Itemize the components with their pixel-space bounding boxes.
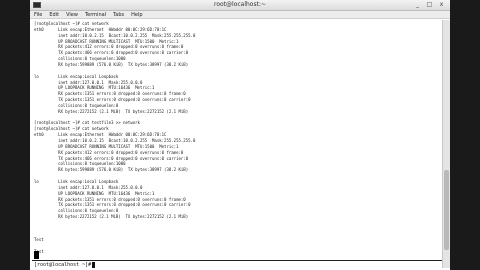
terminal-line: collisions:0 txqueuelen:1000 bbox=[34, 161, 126, 167]
menu-bar: File Edit View Terminal Tabs Help bbox=[30, 11, 450, 19]
text-cursor bbox=[34, 251, 39, 259]
prompt-cursor bbox=[92, 262, 95, 268]
terminal-line: inet addr:10.0.2.15 Bcast:10.0.2.255 Mas… bbox=[34, 32, 196, 38]
terminal-line: collisions:0 txqueuelen:0 bbox=[34, 102, 119, 108]
terminal-line: eth0 Link encap:Ethernet HWaddr 00:0C:29… bbox=[34, 26, 167, 32]
terminal-line: UP LOOPBACK RUNNING MTU:16436 Metric:1 bbox=[34, 190, 155, 196]
terminal-line: [root@localhost ~]# cat network bbox=[34, 126, 109, 132]
terminal-output[interactable]: TestTest RX bytes:2272152 (2.1 MiB) TX b… bbox=[32, 20, 442, 268]
terminal-line: TX packets:466 errors:0 dropped:0 overru… bbox=[34, 155, 189, 161]
maximize-icon[interactable]: □ bbox=[425, 1, 434, 9]
scrollbar-thumb[interactable] bbox=[444, 170, 449, 250]
menu-help[interactable]: Help bbox=[131, 11, 142, 18]
terminal-line: inet addr:127.0.0.1 Mask:255.0.0.0 bbox=[34, 79, 143, 85]
terminal-line: RX packets:1351 errors:0 dropped:0 overr… bbox=[34, 91, 186, 97]
menu-edit[interactable]: Edit bbox=[49, 11, 59, 18]
terminal-line: RX bytes:599889 (576.0 KiB) TX bytes:389… bbox=[34, 61, 189, 67]
terminal-line: UP BROADCAST RUNNING MULTICAST MTU:1500 … bbox=[34, 38, 179, 44]
terminal-line: RX packets:412 errors:0 dropped:0 overru… bbox=[34, 44, 184, 50]
terminal-line: TX packets:466 errors:0 dropped:0 overru… bbox=[34, 50, 189, 56]
terminal-line: Test bbox=[34, 237, 44, 243]
minimize-icon[interactable]: _ bbox=[413, 1, 422, 9]
terminal-line: collisions:0 txqueuelen:1000 bbox=[34, 56, 126, 62]
terminal-window: root@localhost:~ _ □ x File Edit View Te… bbox=[30, 0, 450, 270]
menu-tabs[interactable]: Tabs bbox=[113, 11, 124, 18]
terminal-line: inet addr:127.0.0.1 Mask:255.0.0.0 bbox=[34, 184, 143, 190]
terminal-line: RX bytes:599889 (576.0 KiB) TX bytes:389… bbox=[34, 167, 189, 173]
terminal-line: TX packets:1351 errors:0 dropped:0 overr… bbox=[34, 202, 191, 208]
terminal-line: lo Link encap:Local Loopback bbox=[34, 178, 119, 184]
terminal-line: RX packets:1351 errors:0 dropped:0 overr… bbox=[34, 196, 186, 202]
terminal-line: RX packets:412 errors:0 dropped:0 overru… bbox=[34, 149, 184, 155]
terminal-line: UP BROADCAST RUNNING MULTICAST MTU:1500 … bbox=[34, 143, 179, 149]
terminal-line: RX bytes:2272152 (2.1 MiB) TX bytes:2272… bbox=[34, 108, 189, 114]
terminal-line: collisions:0 txqueuelen:0 bbox=[34, 208, 119, 214]
close-icon[interactable]: x bbox=[437, 1, 446, 9]
menu-view[interactable]: View bbox=[66, 11, 78, 18]
terminal-line: UP LOOPBACK RUNNING MTU:16436 Metric:1 bbox=[34, 85, 155, 91]
window-title: root@localhost:~ bbox=[213, 1, 266, 8]
terminal-line: RX bytes:2272152 (2.1 MiB) TX bytes:2272… bbox=[34, 214, 189, 220]
terminal-line: [root@localhost ~]# cat network bbox=[34, 21, 109, 26]
title-bar[interactable]: root@localhost:~ _ □ x bbox=[30, 0, 450, 11]
terminal-line: TX packets:1351 errors:0 dropped:0 overr… bbox=[34, 97, 191, 103]
command-line[interactable]: [root@localhost ~]# bbox=[32, 260, 442, 268]
terminal-line: lo Link encap:Local Loopback bbox=[34, 73, 119, 79]
shell-prompt: [root@localhost ~]# bbox=[34, 262, 92, 268]
vertical-scrollbar[interactable] bbox=[442, 20, 450, 268]
menu-file[interactable]: File bbox=[34, 11, 42, 18]
menu-terminal[interactable]: Terminal bbox=[85, 11, 106, 18]
terminal-line: eth0 Link encap:Ethernet HWaddr 00:0C:29… bbox=[34, 132, 167, 138]
window-controls: _ □ x bbox=[413, 1, 446, 9]
terminal-line: [root@localhost ~]# cat testfile3 >> net… bbox=[34, 120, 140, 126]
terminal-line: inet addr:10.0.2.15 Bcast:10.0.2.255 Mas… bbox=[34, 138, 196, 143]
